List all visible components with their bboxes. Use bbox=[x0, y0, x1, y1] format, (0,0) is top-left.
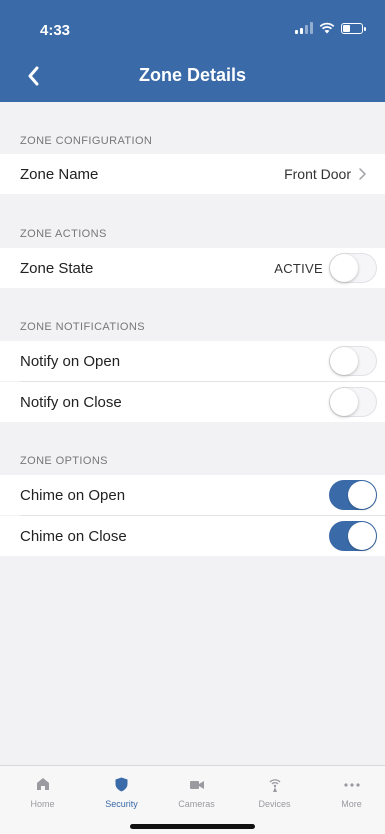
tab-more-label: More bbox=[341, 799, 362, 809]
notify-close-row: Notify on Close bbox=[0, 382, 385, 422]
zone-state-value: ACTIVE bbox=[274, 260, 323, 276]
wifi-icon bbox=[319, 22, 335, 34]
tab-home[interactable]: Home bbox=[4, 766, 81, 816]
notify-close-toggle[interactable] bbox=[329, 387, 377, 417]
more-dots-icon bbox=[343, 783, 360, 787]
tab-cameras-label: Cameras bbox=[178, 799, 215, 809]
tab-more[interactable]: More bbox=[313, 766, 385, 816]
tab-home-label: Home bbox=[30, 799, 55, 809]
shield-icon bbox=[115, 777, 128, 792]
chime-close-label: Chime on Close bbox=[20, 527, 127, 545]
home-icon bbox=[36, 778, 49, 790]
wifi-device-icon bbox=[269, 779, 280, 792]
status-time: 4:33 bbox=[40, 22, 71, 39]
home-indicator bbox=[130, 824, 255, 829]
section-header-options: ZONE OPTIONS bbox=[20, 455, 108, 467]
chime-open-row: Chime on Open bbox=[0, 475, 385, 515]
section-header-configuration: ZONE CONFIGURATION bbox=[20, 135, 153, 147]
notify-open-row: Notify on Open bbox=[0, 341, 385, 381]
notify-open-label: Notify on Open bbox=[20, 352, 121, 370]
zone-state-label: Zone State bbox=[20, 259, 94, 277]
chime-open-toggle[interactable] bbox=[329, 480, 377, 510]
tab-cameras[interactable]: Cameras bbox=[158, 766, 235, 816]
zone-name-row[interactable]: Zone Name Front Door bbox=[0, 154, 385, 194]
tab-devices[interactable]: Devices bbox=[236, 766, 313, 816]
section-header-actions: ZONE ACTIONS bbox=[20, 228, 107, 240]
camera-icon bbox=[189, 781, 204, 789]
signal-icon bbox=[295, 22, 313, 34]
page-title: Zone Details bbox=[138, 65, 247, 85]
zone-name-label: Zone Name bbox=[20, 165, 99, 183]
nav-header: 4:33 Zone Details bbox=[0, 0, 385, 102]
chime-close-toggle[interactable] bbox=[329, 521, 377, 551]
zone-state-toggle[interactable] bbox=[329, 253, 377, 283]
chevron-right-icon bbox=[359, 168, 366, 180]
section-header-notifications: ZONE NOTIFICATIONS bbox=[20, 321, 145, 333]
notify-open-toggle[interactable] bbox=[329, 346, 377, 376]
battery-icon bbox=[341, 22, 366, 34]
chime-close-row: Chime on Close bbox=[0, 516, 385, 556]
chime-open-label: Chime on Open bbox=[20, 486, 126, 504]
tab-devices-label: Devices bbox=[258, 799, 291, 809]
zone-state-row: Zone State ACTIVE bbox=[0, 248, 385, 288]
tab-security[interactable]: Security bbox=[83, 766, 160, 816]
status-icons bbox=[295, 22, 366, 34]
zone-name-value: Front Door bbox=[284, 166, 351, 182]
notify-close-label: Notify on Close bbox=[20, 393, 122, 411]
tab-security-label: Security bbox=[105, 799, 138, 809]
